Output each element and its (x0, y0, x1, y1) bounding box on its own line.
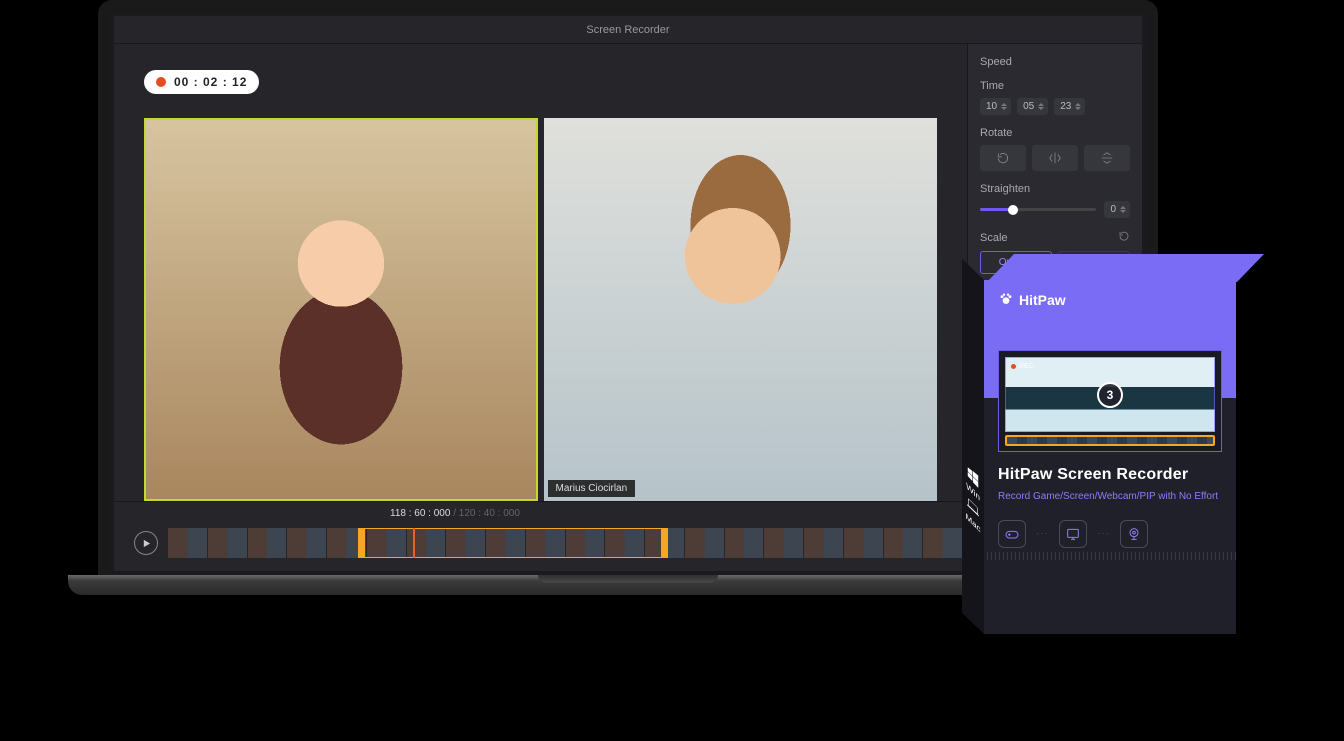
dots-separator: ··· (1097, 528, 1110, 539)
playhead[interactable] (413, 528, 415, 558)
recording-indicator: 00 : 02 : 12 (144, 70, 259, 94)
rotate-left-button[interactable] (980, 145, 1026, 171)
countdown-badge: 3 (1097, 382, 1123, 408)
time-inputs: 10 05 23 (980, 98, 1130, 115)
rotate-label: Rotate (980, 127, 1130, 139)
brand-logo: HitPaw (998, 292, 1222, 308)
box-body: REC 3 HitPaw Screen Recorder Record Game… (984, 398, 1236, 560)
recording-time: 00 : 02 : 12 (174, 75, 247, 89)
webcam-icon (1120, 520, 1148, 548)
product-title: HitPaw Screen Recorder (998, 466, 1222, 484)
video-thumbnail (544, 118, 938, 501)
selection-range[interactable] (358, 528, 668, 558)
rotate-buttons (980, 145, 1130, 171)
box-lid (987, 254, 1264, 282)
box-rec-badge: REC (1011, 363, 1034, 370)
play-button[interactable] (134, 531, 158, 555)
paw-icon (998, 292, 1014, 308)
reset-scale-button[interactable] (1118, 230, 1130, 245)
window-title: Screen Recorder (586, 24, 669, 36)
speed-label: Speed (980, 56, 1130, 68)
product-box: Win Mac HitPaw REC 3 HitPaw Screen Recor… (984, 280, 1264, 660)
box-filmstrip (1005, 435, 1215, 446)
product-subtitle: Record Game/Screen/Webcam/PIP with No Ef… (998, 490, 1222, 504)
box-front: HitPaw REC 3 HitPaw Screen Recorder Reco… (984, 280, 1236, 634)
time-minutes-input[interactable]: 05 (1017, 98, 1048, 115)
participant-name: Marius Ciocirlan (548, 480, 636, 497)
straighten-slider[interactable] (980, 208, 1096, 211)
current-time: 118 : 60 : 000 (390, 508, 450, 519)
record-dot-icon (156, 77, 166, 87)
video-thumbnail (144, 118, 538, 501)
window-titlebar: Screen Recorder (114, 16, 1142, 44)
time-seconds-input[interactable]: 23 (1054, 98, 1085, 115)
video-frame-right[interactable]: Marius Ciocirlan (544, 118, 938, 501)
brand-name: HitPaw (1019, 292, 1066, 308)
straighten-control: 0 (980, 201, 1130, 218)
video-frame-left[interactable] (144, 118, 538, 501)
straighten-label: Straighten (980, 183, 1130, 195)
box-spine: Win Mac (962, 259, 984, 634)
time-hours-input[interactable]: 10 (980, 98, 1011, 115)
feature-icons: ··· ··· (998, 520, 1222, 548)
flip-horizontal-button[interactable] (1032, 145, 1078, 171)
total-time: / 120 : 40 : 000 (453, 508, 520, 519)
time-label: Time (980, 80, 1130, 92)
video-grid: Marius Ciocirlan (144, 118, 937, 501)
scale-label: Scale (980, 232, 1008, 244)
box-preview-image: REC 3 (1005, 357, 1215, 432)
straighten-value-input[interactable]: 0 (1104, 201, 1130, 218)
ruler-ticks (984, 552, 1236, 560)
box-preview-screen: REC 3 (998, 350, 1222, 452)
dots-separator: ··· (1036, 528, 1049, 539)
video-viewport: 00 : 02 : 12 Marius Ciocirlan (114, 44, 967, 501)
flip-vertical-button[interactable] (1084, 145, 1130, 171)
game-icon (998, 520, 1026, 548)
screen-icon (1059, 520, 1087, 548)
